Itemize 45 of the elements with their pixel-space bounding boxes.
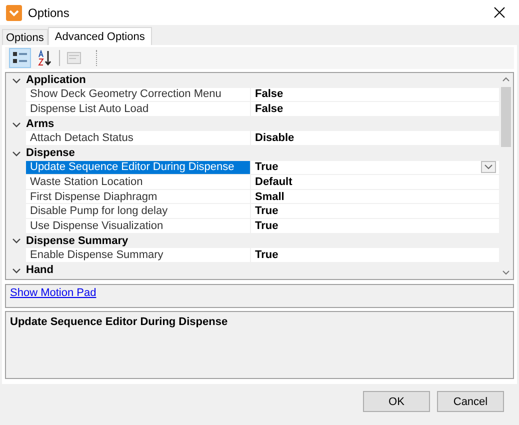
property-pages-icon bbox=[67, 52, 81, 64]
categorized-view-icon bbox=[12, 51, 28, 65]
property-value: Disable bbox=[255, 132, 294, 144]
category-label: Dispense Summary bbox=[26, 234, 128, 247]
chevron-icon bbox=[10, 266, 22, 275]
property-name[interactable]: Use Dispense Visualization bbox=[26, 218, 250, 234]
property-name[interactable]: Show Deck Geometry Correction Menu bbox=[26, 88, 250, 102]
chevron-icon bbox=[10, 76, 22, 85]
category-label: Arms bbox=[26, 118, 54, 130]
chevron-icon bbox=[10, 148, 22, 158]
window-title: Options bbox=[28, 6, 70, 20]
property-name[interactable]: Update Sequence Editor During Dispense bbox=[26, 160, 250, 176]
property-name[interactable]: Disable Pump for long delay bbox=[26, 204, 250, 219]
property-value: True bbox=[255, 248, 278, 261]
chevron-icon bbox=[10, 120, 22, 129]
property-value: True bbox=[255, 205, 278, 218]
property-value: True bbox=[255, 161, 278, 174]
property-name[interactable]: Waste Station Location bbox=[26, 175, 250, 190]
dialog-button[interactable]: OK bbox=[363, 391, 430, 412]
app-icon bbox=[6, 4, 22, 20]
category-label: Dispense bbox=[26, 147, 75, 160]
categorized-button[interactable] bbox=[9, 48, 31, 68]
property-name[interactable]: Enable Dispense Summary bbox=[26, 248, 250, 263]
property-value: Default bbox=[255, 176, 292, 188]
property-value: True bbox=[255, 220, 278, 232]
property-name[interactable]: First Dispense Diaphragm bbox=[26, 190, 250, 204]
property-value: False bbox=[255, 88, 284, 100]
tab[interactable]: Options bbox=[2, 29, 48, 45]
property-name[interactable]: Dispense List Auto Load bbox=[26, 102, 250, 117]
dropdown-button[interactable] bbox=[481, 161, 496, 174]
property-value: False bbox=[255, 102, 284, 115]
description-title: Update Sequence Editor During Dispense bbox=[10, 316, 228, 328]
scrollbar[interactable] bbox=[499, 73, 513, 279]
property-value: Small bbox=[255, 190, 284, 203]
property-name[interactable]: Attach Detach Status bbox=[26, 131, 250, 146]
category-label: Hand bbox=[26, 264, 54, 276]
scrollbar-thumb[interactable] bbox=[501, 87, 511, 147]
motion-pad-link[interactable]: Show Motion Pad bbox=[10, 287, 96, 299]
chevron-icon bbox=[10, 236, 22, 246]
category-label: Application bbox=[26, 74, 86, 86]
close-icon bbox=[494, 7, 504, 18]
tab[interactable]: Advanced Options bbox=[48, 27, 152, 45]
dialog-button[interactable]: Cancel bbox=[437, 391, 504, 412]
sort-az-icon bbox=[37, 50, 53, 66]
chevron-down-icon bbox=[484, 164, 493, 170]
